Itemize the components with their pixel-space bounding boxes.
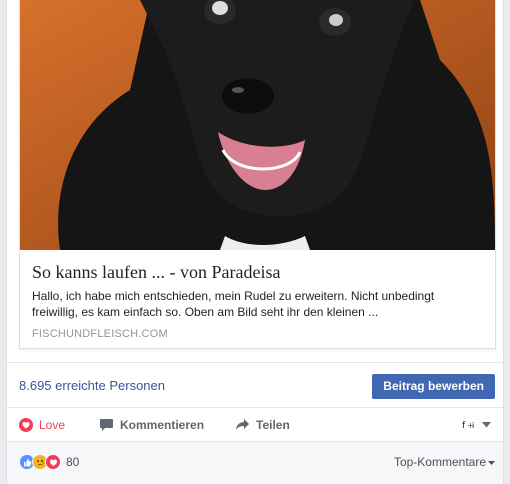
link-description: Hallo, ich habe mich entschieden, mein R… [32, 289, 435, 319]
chevron-down-icon [482, 419, 491, 431]
love-icon [19, 418, 33, 432]
audience-selector[interactable]: f + i [462, 408, 491, 442]
share-button[interactable]: Teilen [235, 408, 290, 442]
post-card: So kanns laufen ... - von Paradeisa Hall… [6, 0, 504, 484]
comment-label: Kommentieren [120, 418, 205, 432]
link-preview[interactable]: So kanns laufen ... - von Paradeisa Hall… [19, 0, 496, 349]
love-icon [45, 454, 61, 470]
link-domain: FISCHUNDFLEISCH.COM [32, 328, 168, 340]
link-title[interactable]: So kanns laufen ... - von Paradeisa [32, 262, 482, 283]
chevron-down-icon [488, 455, 495, 469]
svg-text:f: f [462, 421, 466, 430]
comment-icon [99, 418, 114, 432]
share-icon [235, 418, 250, 432]
comments-bar: 80 Top-Kommentare [7, 442, 503, 484]
reaction-count: 80 [66, 455, 80, 469]
insights-row: 8.695 erreichte Personen Beitrag bewerbe… [7, 362, 503, 408]
comment-sort-selector[interactable]: Top-Kommentare [394, 455, 495, 469]
actions-row: Love Kommentieren Teilen f + i [7, 408, 503, 442]
reach-link[interactable]: 8.695 erreichte Personen [19, 378, 165, 393]
comment-sort-label: Top-Kommentare [393, 455, 486, 469]
avatar-icon: f + i [462, 418, 478, 433]
link-preview-image[interactable] [20, 0, 495, 250]
reactions-summary[interactable]: 80 [19, 454, 79, 470]
svg-text:i: i [472, 421, 474, 430]
comment-button[interactable]: Kommentieren [99, 408, 204, 442]
boost-post-button[interactable]: Beitrag bewerben [372, 374, 495, 399]
love-button[interactable]: Love [19, 408, 65, 442]
love-label: Love [39, 418, 66, 432]
share-label: Teilen [256, 418, 290, 432]
puppy-photo [20, 0, 495, 250]
